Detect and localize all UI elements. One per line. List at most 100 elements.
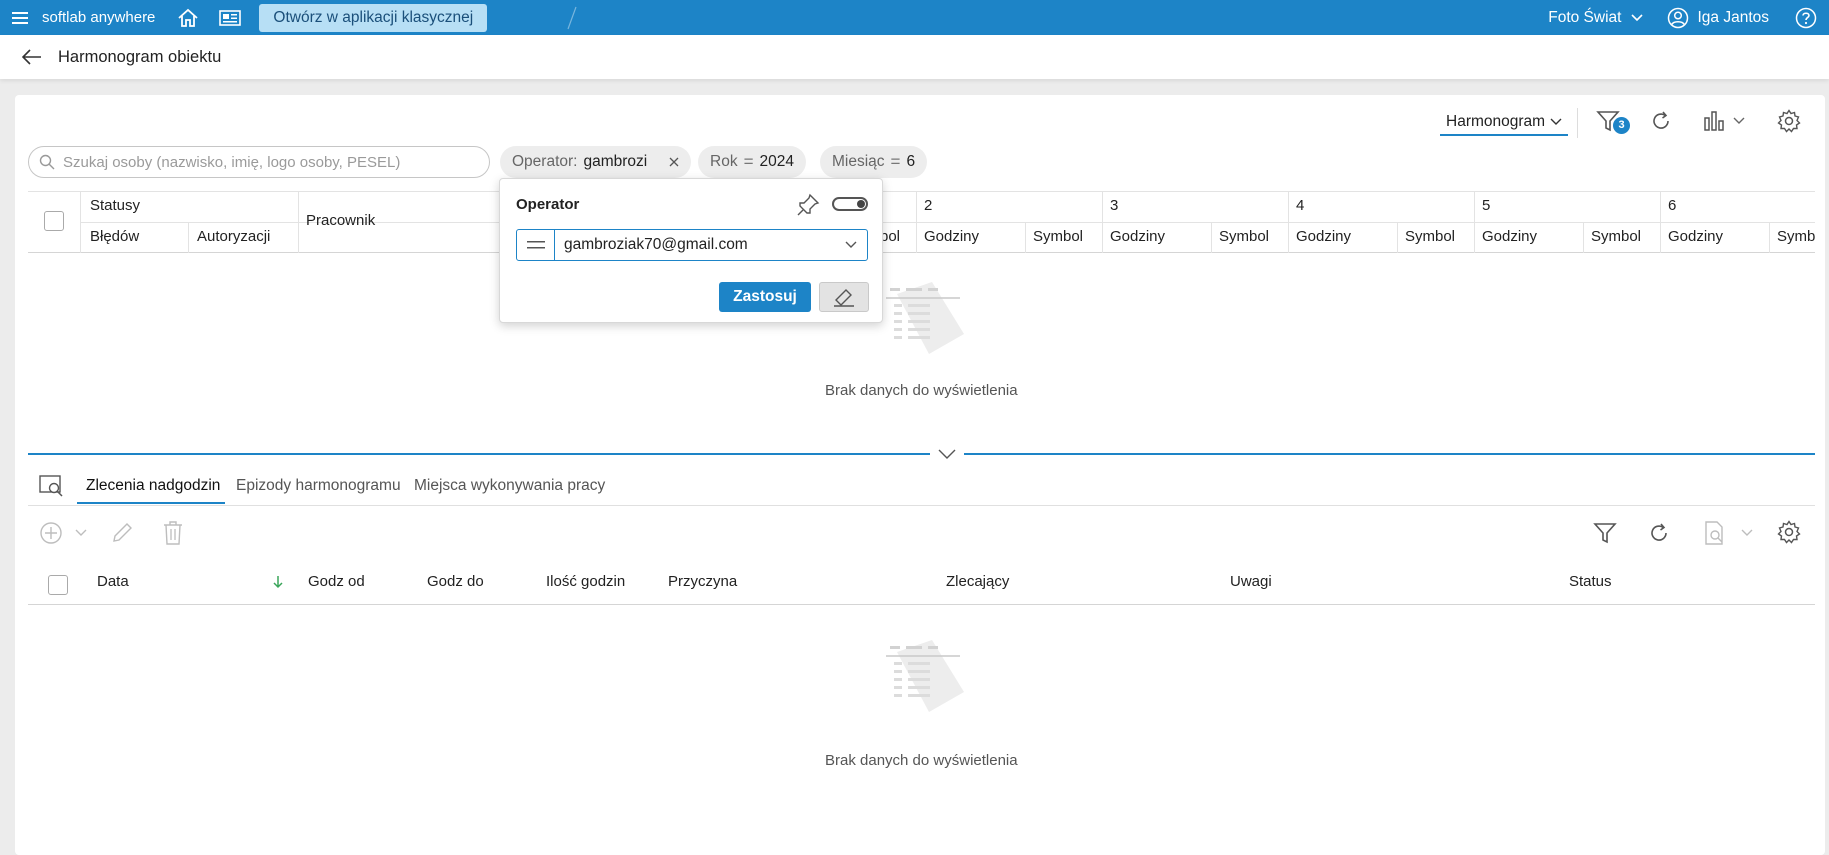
filter-chip-year[interactable]: Rok = 2024 [698, 146, 806, 178]
decorative-slash [567, 6, 577, 30]
company-selector[interactable]: Foto Świat [1548, 8, 1644, 27]
select-all-checkbox[interactable] [48, 575, 68, 595]
chevron-down-icon[interactable] [1733, 117, 1745, 125]
home-icon[interactable] [177, 8, 199, 28]
column-divider [1474, 191, 1475, 253]
chevron-down-icon[interactable] [75, 529, 87, 537]
sort-arrow-down-icon[interactable] [272, 575, 284, 589]
col-godz-do[interactable]: Godz do [427, 573, 484, 590]
col-godziny[interactable]: Godziny [1668, 228, 1723, 245]
clear-filter-button[interactable] [819, 282, 869, 312]
empty-table-illustration [872, 640, 972, 720]
col-godziny[interactable]: Godziny [1482, 228, 1537, 245]
refresh-icon[interactable] [1648, 522, 1670, 544]
page-header: Harmonogram obiektu [0, 35, 1829, 79]
filter-icon[interactable] [1593, 521, 1617, 545]
back-arrow-icon[interactable] [22, 49, 42, 65]
col-symbol[interactable]: Symbol [1591, 228, 1641, 245]
chip-value: gambrozi [583, 153, 648, 170]
user-menu[interactable]: Iga Jantos [1667, 7, 1769, 29]
chart-icon[interactable] [1703, 110, 1727, 132]
page-title: Harmonogram obiektu [58, 47, 222, 66]
view-selector-label: Harmonogram [1446, 113, 1546, 130]
hamburger-menu-icon[interactable] [12, 11, 34, 25]
close-icon[interactable] [669, 157, 679, 167]
news-icon[interactable] [219, 9, 242, 27]
user-icon [1667, 7, 1689, 29]
details-preview-icon[interactable] [38, 474, 64, 498]
settings-gear-icon[interactable] [1777, 520, 1801, 544]
column-divider [1288, 191, 1289, 253]
column-divider [298, 191, 299, 253]
col-przyczyna[interactable]: Przyczyna [668, 573, 737, 590]
col-bledow[interactable]: Błędów [90, 228, 139, 245]
col-symbol-partial[interactable]: bol [880, 228, 900, 245]
col-autoryzacji[interactable]: Autoryzacji [197, 228, 270, 245]
column-divider [1397, 222, 1398, 253]
col-godziny[interactable]: Godziny [924, 228, 979, 245]
col-symbol-cut[interactable]: Symb [1777, 228, 1815, 245]
empty-state-text: Brak danych do wyświetlenia [825, 752, 1018, 769]
day-header: 4 [1296, 197, 1305, 214]
chevron-down-icon[interactable] [937, 448, 957, 460]
toggle-knob [857, 200, 865, 208]
col-godziny[interactable]: Godziny [1296, 228, 1351, 245]
document-preview-icon[interactable] [1703, 520, 1727, 546]
edit-pencil-icon[interactable] [110, 521, 134, 545]
open-classic-app-button[interactable]: Otwórz w aplikacji klasycznej [259, 3, 488, 32]
chip-value: 2024 [759, 153, 794, 170]
chevron-down-icon [1550, 118, 1562, 126]
settings-gear-icon[interactable] [1777, 109, 1801, 133]
chip-label: Miesiąc [832, 153, 885, 170]
col-status[interactable]: Status [1569, 573, 1612, 590]
toggle-switch[interactable] [832, 197, 868, 211]
brand-name[interactable]: softlab anywhere [42, 9, 155, 26]
active-tab-indicator [77, 502, 225, 504]
tab-miejsca-wykonywania-pracy[interactable]: Miejsca wykonywania pracy [414, 477, 605, 495]
col-data[interactable]: Data [97, 573, 129, 590]
column-divider [1583, 222, 1584, 253]
pin-icon[interactable] [796, 193, 820, 217]
col-ilosc-godzin[interactable]: Ilość godzin [546, 573, 625, 590]
col-symbol[interactable]: Symbol [1219, 228, 1269, 245]
tab-zlecenia-nadgodzin[interactable]: Zlecenia nadgodzin [86, 477, 220, 495]
splitter-line [28, 453, 930, 455]
add-icon[interactable] [39, 521, 63, 545]
column-divider [1211, 222, 1212, 253]
top-bar: softlab anywhere Otwórz w aplikacji klas… [0, 0, 1829, 35]
view-selector[interactable]: Harmonogram [1440, 110, 1568, 136]
column-divider [1025, 222, 1026, 253]
delete-trash-icon[interactable] [161, 520, 185, 546]
empty-table-illustration [872, 282, 972, 362]
equals-icon: = [890, 152, 901, 171]
filter-chip-month[interactable]: Miesiąc = 6 [820, 146, 928, 178]
person-search-input[interactable]: Szukaj osoby (nazwisko, imię, logo osoby… [28, 146, 490, 178]
help-icon[interactable] [1795, 7, 1817, 29]
tab-epizody-harmonogramu[interactable]: Epizody harmonogramu [236, 477, 401, 495]
chip-value: 6 [906, 153, 916, 170]
filter-chip-operator[interactable]: Operator: gambrozi [500, 146, 692, 178]
company-name: Foto Świat [1548, 8, 1622, 26]
col-pracownik[interactable]: Pracownik [306, 212, 375, 229]
operator-value-field[interactable]: gambroziak70@gmail.com [516, 229, 868, 261]
column-divider [1102, 191, 1103, 253]
col-symbol[interactable]: Symbol [1033, 228, 1083, 245]
col-godz-od[interactable]: Godz od [308, 573, 365, 590]
operator-filter-popover: Operator gambroziak70@gmail.com Zastosuj [499, 178, 883, 323]
apply-button[interactable]: Zastosuj [719, 282, 811, 312]
col-zlecajacy[interactable]: Zlecający [946, 573, 1009, 590]
day-header: 5 [1482, 197, 1491, 214]
user-name: Iga Jantos [1697, 8, 1769, 26]
col-uwagi[interactable]: Uwagi [1230, 573, 1272, 590]
overtime-grid-header [28, 560, 1815, 605]
col-statusy: Statusy [90, 197, 141, 214]
col-godziny[interactable]: Godziny [1110, 228, 1165, 245]
refresh-icon[interactable] [1650, 110, 1672, 132]
operator-value: gambroziak70@gmail.com [564, 236, 748, 253]
tabs-divider [28, 505, 1815, 506]
select-all-checkbox[interactable] [44, 211, 64, 231]
chevron-down-icon[interactable] [1741, 529, 1753, 537]
chevron-down-icon[interactable] [845, 241, 857, 249]
col-symbol[interactable]: Symbol [1405, 228, 1455, 245]
equals-operator-icon[interactable] [517, 230, 555, 260]
